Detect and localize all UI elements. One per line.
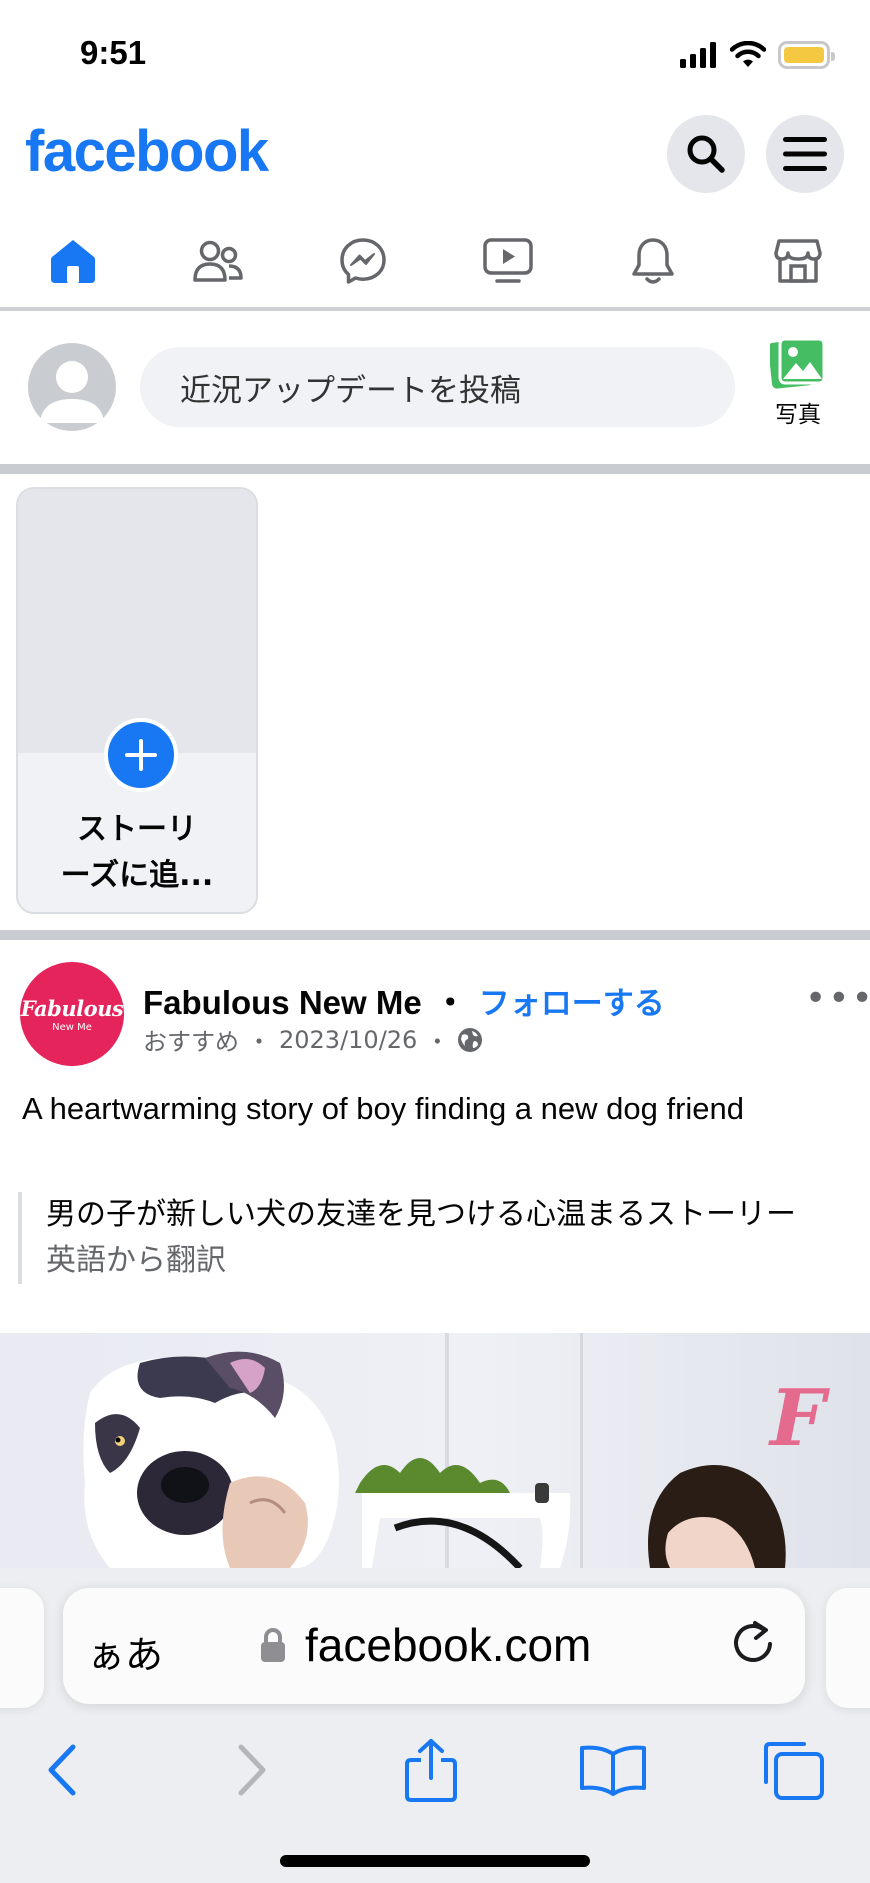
share-button[interactable] — [391, 1720, 471, 1820]
translation-block: 男の子が新しい犬の友達を見つける心温まるストーリー 英語から翻訳 — [18, 1192, 818, 1284]
status-icons — [680, 38, 835, 72]
previous-tab-preview[interactable] — [0, 1588, 44, 1708]
page-name[interactable]: Fabulous New Me — [143, 984, 422, 1021]
next-tab-preview[interactable] — [826, 1588, 870, 1708]
messenger-icon — [339, 238, 386, 284]
video-brand-letter: F — [768, 1373, 830, 1464]
forward-icon — [238, 1744, 266, 1796]
separator-dot: ・ — [433, 984, 467, 1021]
avatar-brand: Fabulous — [20, 995, 124, 1021]
section-separator — [0, 930, 870, 940]
tab-notifications[interactable] — [580, 215, 725, 307]
composer: 近況アップデートを投稿 写真 — [0, 311, 870, 464]
tab-marketplace[interactable] — [725, 215, 870, 307]
back-icon — [48, 1744, 76, 1796]
cellular-signal-icon — [680, 42, 716, 68]
user-avatar[interactable] — [28, 343, 116, 431]
status-update-input[interactable]: 近況アップデートを投稿 — [140, 347, 735, 427]
watch-icon — [482, 238, 533, 283]
translated-text: 男の子が新しい犬の友達を見つける心温まるストーリー — [46, 1197, 796, 1232]
suggested-label: おすすめ — [143, 1028, 239, 1056]
share-icon — [405, 1739, 457, 1802]
bell-icon — [631, 238, 674, 284]
text-size-button[interactable]: ぁあ — [87, 1624, 163, 1679]
forward-button[interactable] — [212, 1720, 292, 1820]
status-time: 9:51 — [80, 34, 147, 71]
lock-icon — [261, 1628, 285, 1662]
menu-icon — [783, 137, 827, 171]
safari-toolbar — [0, 1720, 870, 1820]
create-story-label: ストーリ ーズに追... — [60, 812, 214, 893]
video-thumbnail-art: F — [83, 1333, 830, 1568]
post-video-thumbnail[interactable]: F — [0, 1333, 870, 1568]
status-bar: 9:51 — [0, 0, 870, 110]
photo-label: 写真 — [775, 402, 821, 428]
photo-icon — [770, 337, 826, 389]
plus-icon — [125, 739, 157, 771]
reload-icon[interactable] — [731, 1620, 777, 1668]
tab-home[interactable] — [0, 215, 145, 307]
marketplace-icon — [773, 239, 822, 283]
tabs-button[interactable] — [754, 1720, 834, 1820]
wifi-icon — [730, 41, 766, 67]
default-avatar-icon — [40, 361, 104, 423]
post-text: A heartwarming story of boy finding a ne… — [22, 1091, 745, 1126]
tab-watch[interactable] — [435, 215, 580, 307]
tabs-icon — [764, 1742, 824, 1800]
separator-dot: ・ — [425, 1028, 450, 1056]
safari-toolbar-area: ぁあ facebook.com — [0, 1568, 870, 1883]
menu-button[interactable] — [766, 115, 844, 193]
search-button[interactable] — [667, 115, 745, 193]
story-preview — [18, 489, 256, 753]
post-date[interactable]: 2023/10/26 — [279, 1026, 417, 1054]
back-button[interactable] — [22, 1720, 102, 1820]
section-separator — [0, 464, 870, 474]
url-text[interactable]: facebook.com — [305, 1618, 591, 1672]
address-bar[interactable]: ぁあ facebook.com — [63, 1588, 805, 1704]
add-story-button[interactable] — [104, 718, 178, 792]
search-icon — [687, 135, 725, 173]
friends-icon — [192, 240, 243, 282]
tab-friends[interactable] — [145, 215, 290, 307]
photo-button[interactable]: 写真 — [766, 337, 830, 429]
post-meta: おすすめ ・ 2023/10/26 ・ — [143, 1022, 483, 1057]
separator-dot: ・ — [247, 1028, 271, 1056]
globe-icon — [458, 1027, 483, 1052]
translation-note[interactable]: 英語から翻訳 — [46, 1238, 818, 1284]
bookmarks-icon — [580, 1745, 646, 1796]
home-icon — [50, 240, 95, 283]
nav-tabs — [0, 215, 870, 307]
bookmarks-button[interactable] — [573, 1720, 653, 1820]
battery-icon — [778, 41, 835, 69]
tab-messenger[interactable] — [290, 215, 435, 307]
facebook-logo[interactable]: facebook — [25, 118, 269, 185]
avatar-brand-sub: New Me — [52, 1021, 92, 1033]
post-header: Fabulous New Me ・フォローする — [143, 976, 665, 1024]
home-indicator[interactable] — [280, 1855, 590, 1867]
page-avatar[interactable]: Fabulous New Me — [20, 962, 124, 1066]
more-options-icon[interactable]: ••• — [805, 978, 870, 1019]
create-story-card[interactable]: ストーリ ーズに追... — [16, 487, 258, 914]
follow-button[interactable]: フォローする — [479, 986, 665, 1022]
